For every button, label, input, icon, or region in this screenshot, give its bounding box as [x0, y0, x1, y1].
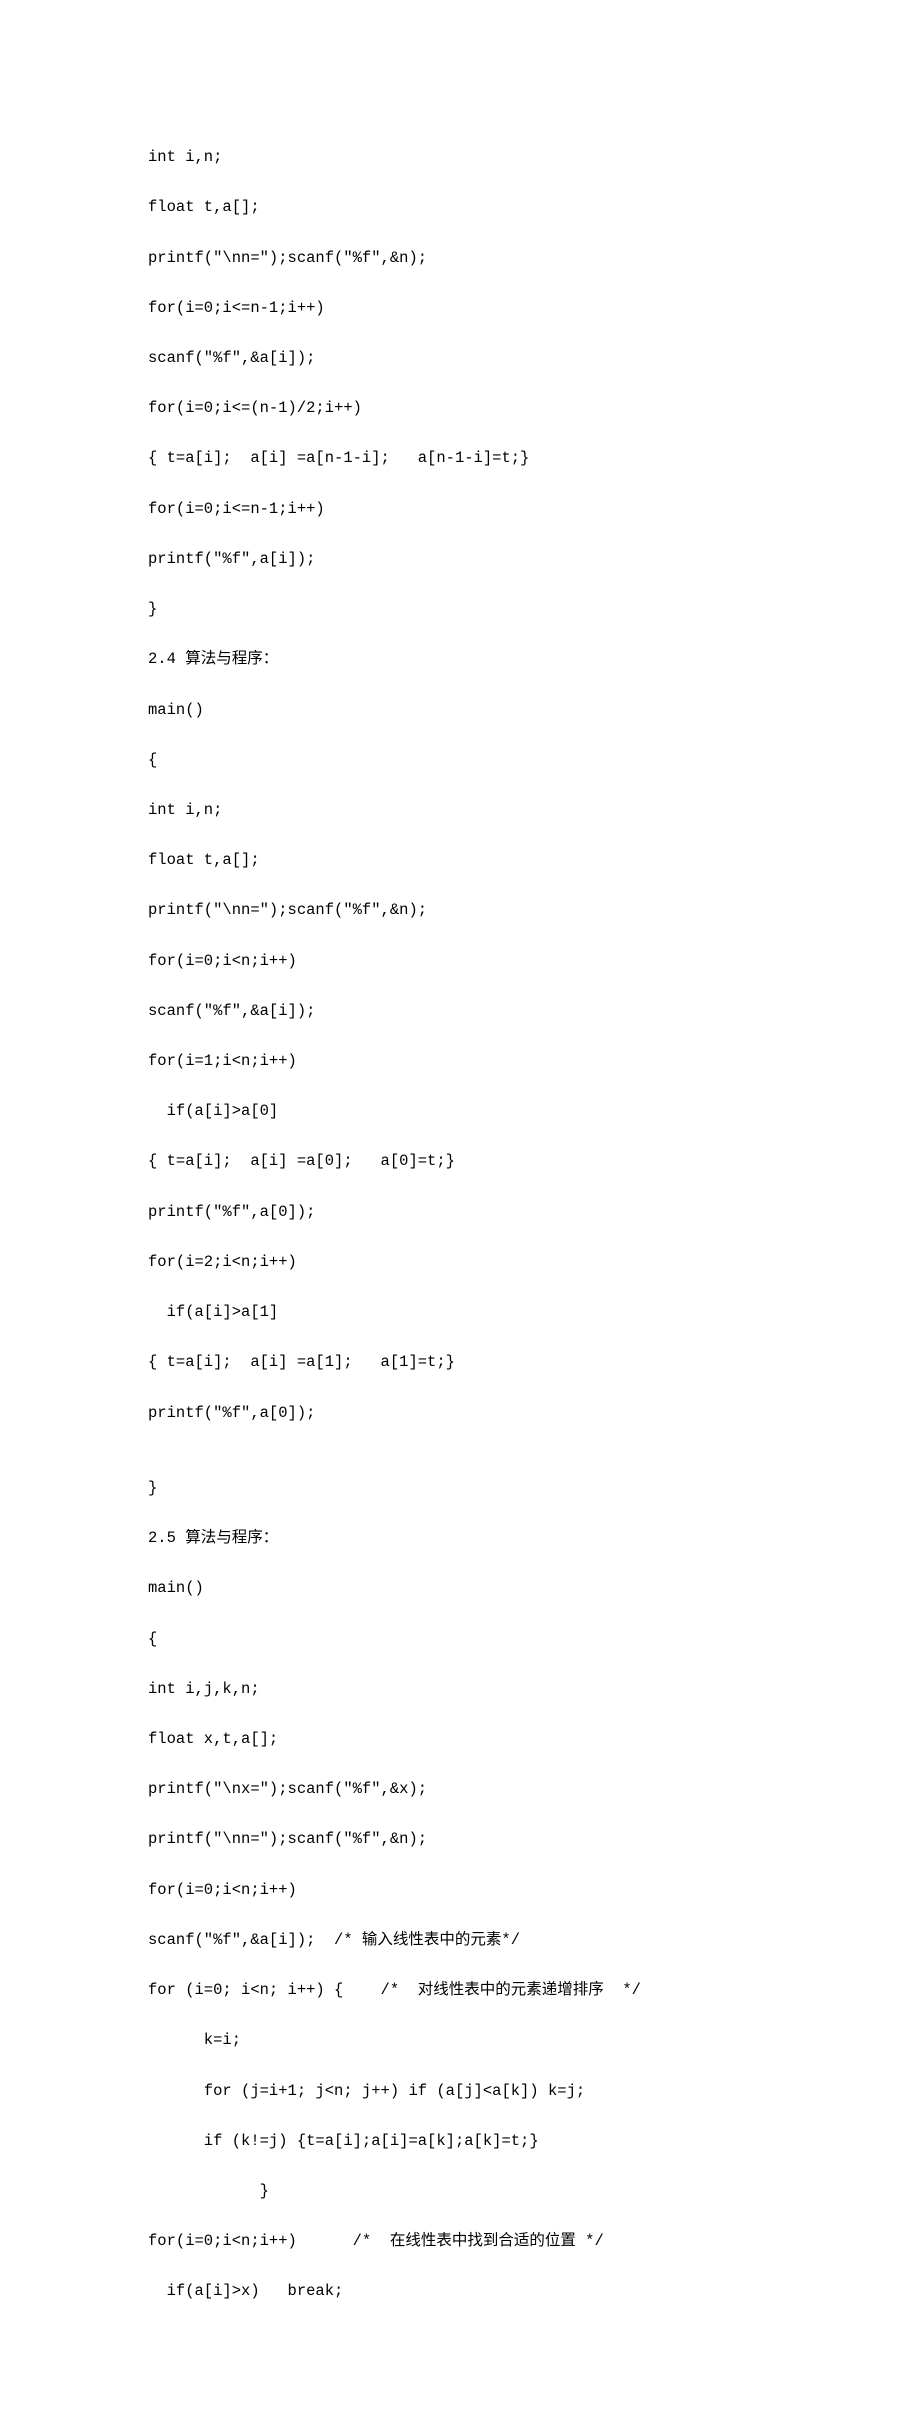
code-line: for(i=0;i<n;i++)	[148, 949, 772, 974]
code-line: printf("\nn=");scanf("%f",&n);	[148, 1827, 772, 1852]
section-heading: 2.5 算法与程序：	[148, 1526, 772, 1551]
code-line: main()	[148, 698, 772, 723]
code-line: for (i=0; i<n; i++) { /* 对线性表中的元素递增排序 */	[148, 1978, 772, 2003]
code-line: if(a[i]>x) break;	[148, 2279, 772, 2304]
code-line: int i,j,k,n;	[148, 1677, 772, 1702]
document-page: int i,n; float t,a[]; printf("\nn=");sca…	[0, 0, 920, 2410]
code-line: scanf("%f",&a[i]);	[148, 346, 772, 371]
section-heading: 2.4 算法与程序：	[148, 647, 772, 672]
code-line: printf("\nx=");scanf("%f",&x);	[148, 1777, 772, 1802]
code-line: float x,t,a[];	[148, 1727, 772, 1752]
code-line: }	[148, 1476, 772, 1501]
code-line: for(i=0;i<=n-1;i++)	[148, 296, 772, 321]
code-line: for(i=0;i<=n-1;i++)	[148, 497, 772, 522]
code-line: printf("\nn=");scanf("%f",&n);	[148, 246, 772, 271]
code-line: printf("\nn=");scanf("%f",&n);	[148, 898, 772, 923]
code-line: scanf("%f",&a[i]);	[148, 999, 772, 1024]
code-line: main()	[148, 1576, 772, 1601]
code-line: {	[148, 748, 772, 773]
code-line: for(i=1;i<n;i++)	[148, 1049, 772, 1074]
code-line: for(i=0;i<n;i++) /* 在线性表中找到合适的位置 */	[148, 2229, 772, 2254]
code-line: int i,n;	[148, 145, 772, 170]
code-line: { t=a[i]; a[i] =a[1]; a[1]=t;}	[148, 1350, 772, 1375]
code-line: }	[148, 597, 772, 622]
code-line: for (j=i+1; j<n; j++) if (a[j]<a[k]) k=j…	[148, 2079, 772, 2104]
code-line: for(i=0;i<n;i++)	[148, 1878, 772, 1903]
code-line: k=i;	[148, 2028, 772, 2053]
code-line: printf("%f",a[0]);	[148, 1200, 772, 1225]
code-line: { t=a[i]; a[i] =a[n-1-i]; a[n-1-i]=t;}	[148, 446, 772, 471]
code-line: }	[148, 2179, 772, 2204]
code-line: for(i=0;i<=(n-1)/2;i++)	[148, 396, 772, 421]
code-line: int i,n;	[148, 798, 772, 823]
code-line: float t,a[];	[148, 848, 772, 873]
code-line: for(i=2;i<n;i++)	[148, 1250, 772, 1275]
code-line: scanf("%f",&a[i]); /* 输入线性表中的元素*/	[148, 1928, 772, 1953]
code-line: if (k!=j) {t=a[i];a[i]=a[k];a[k]=t;}	[148, 2129, 772, 2154]
code-line: { t=a[i]; a[i] =a[0]; a[0]=t;}	[148, 1149, 772, 1174]
code-line: printf("%f",a[0]);	[148, 1401, 772, 1426]
code-line: printf("%f",a[i]);	[148, 547, 772, 572]
code-line: float t,a[];	[148, 195, 772, 220]
code-line: if(a[i]>a[1]	[148, 1300, 772, 1325]
code-line: if(a[i]>a[0]	[148, 1099, 772, 1124]
code-line: {	[148, 1627, 772, 1652]
